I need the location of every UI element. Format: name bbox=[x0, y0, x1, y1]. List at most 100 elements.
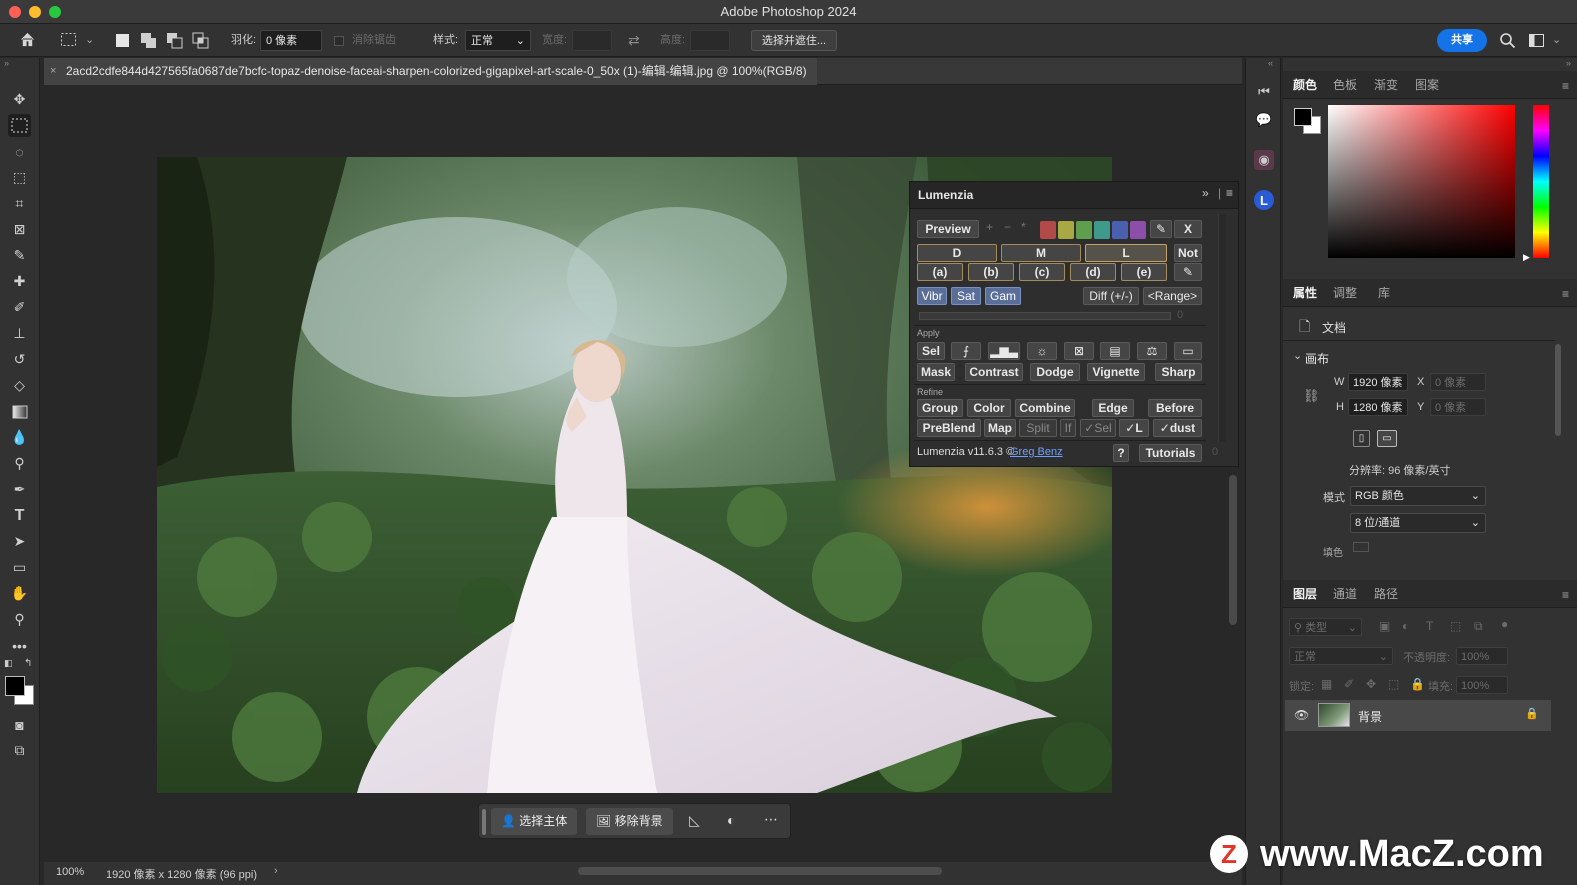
new-selection-icon[interactable] bbox=[114, 32, 131, 49]
remove-background-button[interactable]: 🖼 移除背景 bbox=[586, 808, 673, 835]
clone-stamp-tool-icon[interactable]: ⊥ bbox=[8, 322, 31, 345]
tab-paths[interactable]: 路径 bbox=[1374, 580, 1398, 608]
eraser-tool-icon[interactable]: ◇ bbox=[8, 374, 31, 397]
preview-button[interactable]: Preview bbox=[917, 220, 979, 238]
group-button[interactable]: Group bbox=[917, 399, 963, 417]
dodge-button[interactable]: Dodge bbox=[1030, 363, 1080, 381]
search-icon[interactable] bbox=[1499, 32, 1516, 49]
minus-icon[interactable]: − bbox=[1004, 220, 1011, 234]
gamut-button[interactable]: Gam bbox=[985, 287, 1021, 305]
lumenzia-scrollbar[interactable] bbox=[1218, 214, 1226, 442]
plus-icon[interactable]: + bbox=[986, 220, 993, 234]
canvas-height-input[interactable]: 1280 像素 bbox=[1348, 398, 1408, 416]
split-button[interactable]: Split bbox=[1019, 419, 1057, 437]
quick-mask-icon[interactable]: ◙ bbox=[8, 713, 31, 736]
combine-button[interactable]: Combine bbox=[1015, 399, 1075, 417]
share-button[interactable]: 共享 bbox=[1437, 29, 1487, 52]
zoom-level[interactable]: 100% bbox=[56, 866, 84, 878]
asterisk-icon[interactable]: * bbox=[1021, 220, 1026, 234]
tab-libraries[interactable]: 库 bbox=[1378, 279, 1390, 307]
color-swatch-magenta[interactable] bbox=[1130, 221, 1146, 239]
swap-dimensions-icon[interactable]: ⇄ bbox=[628, 30, 640, 51]
tab-channels[interactable]: 通道 bbox=[1333, 580, 1357, 608]
style-select[interactable]: 正常 ⌄ bbox=[465, 30, 531, 51]
tab-patterns[interactable]: 图案 bbox=[1415, 71, 1439, 99]
blur-tool-icon[interactable]: 💧 bbox=[8, 426, 31, 449]
zoom-window-button[interactable] bbox=[49, 6, 61, 18]
horizontal-scrollbar[interactable] bbox=[578, 867, 942, 875]
diff-button[interactable]: Diff (+/-) bbox=[1083, 287, 1139, 305]
if-button[interactable]: If bbox=[1060, 419, 1076, 437]
tutorials-button[interactable]: Tutorials bbox=[1139, 444, 1202, 462]
path-select-tool-icon[interactable]: ➤ bbox=[8, 530, 31, 553]
visibility-eye-icon[interactable]: 👁 bbox=[1294, 708, 1309, 722]
zoom-tool-icon[interactable]: ⚲ bbox=[8, 608, 31, 631]
portrait-orientation-icon[interactable]: ▯ bbox=[1353, 430, 1370, 447]
range-slider[interactable] bbox=[919, 312, 1171, 320]
dodge-tool-icon[interactable]: ⚲ bbox=[8, 452, 31, 475]
level-d-button[interactable]: (d) bbox=[1070, 263, 1116, 281]
panel-menu-icon[interactable]: ≡ bbox=[1562, 588, 1569, 602]
contrast-button[interactable]: Contrast bbox=[965, 363, 1023, 381]
map-button[interactable]: Map bbox=[984, 419, 1016, 437]
sel-button[interactable]: Sel bbox=[917, 342, 945, 360]
brush-tool-icon[interactable]: ✐ bbox=[8, 296, 31, 319]
height-input[interactable] bbox=[690, 30, 730, 51]
level-e-button[interactable]: (e) bbox=[1121, 263, 1167, 281]
color-swatch-blue[interactable] bbox=[1112, 221, 1128, 239]
chevron-right-icon[interactable]: › bbox=[274, 865, 278, 877]
chevron-down-icon[interactable]: ⌄ bbox=[1552, 30, 1561, 51]
subtract-selection-icon[interactable] bbox=[166, 32, 183, 49]
color-mode-select[interactable]: RGB 颜色 ⌄ bbox=[1350, 486, 1486, 506]
drag-handle[interactable] bbox=[482, 809, 486, 835]
transform-icon[interactable]: ◺ bbox=[689, 812, 700, 829]
canvas-width-input[interactable]: 1920 像素 bbox=[1348, 373, 1408, 391]
tab-properties[interactable]: 属性 bbox=[1293, 279, 1317, 307]
more-tools-icon[interactable]: ••• bbox=[8, 634, 31, 657]
canvas-x-input[interactable]: 0 像素 bbox=[1430, 373, 1486, 391]
feather-input[interactable]: 0 像素 bbox=[260, 30, 322, 51]
workspace-icon[interactable] bbox=[1528, 32, 1545, 49]
exposure-icon[interactable]: ⊠ bbox=[1064, 342, 1094, 360]
level-b-button[interactable]: (b) bbox=[968, 263, 1014, 281]
sharp-button[interactable]: Sharp bbox=[1155, 363, 1202, 381]
select-subject-button[interactable]: 👤 选择主体 bbox=[491, 808, 578, 835]
panel-menu-icon[interactable]: ≡ bbox=[1562, 79, 1569, 93]
swap-colors-icon[interactable]: ↰ bbox=[24, 658, 32, 669]
range-button[interactable]: <Range> bbox=[1143, 287, 1202, 305]
vertical-scrollbar[interactable] bbox=[1229, 475, 1237, 625]
lock-all-icon[interactable]: 🔒 bbox=[1410, 677, 1425, 691]
mask-button[interactable]: Mask bbox=[917, 363, 955, 381]
object-select-tool-icon[interactable]: ⬚ bbox=[8, 166, 31, 189]
default-colors-icon[interactable]: ◧ bbox=[4, 658, 13, 669]
foreground-color-swatch[interactable] bbox=[5, 676, 25, 696]
marquee-tool-icon[interactable] bbox=[8, 114, 31, 137]
blend-mode-select[interactable]: 正常 ⌄ bbox=[1289, 647, 1393, 665]
levels-icon[interactable]: ▂▆▃ bbox=[988, 342, 1020, 360]
lock-transparent-icon[interactable]: ▦ bbox=[1321, 677, 1332, 691]
expand-icon[interactable]: » bbox=[1566, 58, 1571, 68]
level-a-button[interactable]: (a) bbox=[917, 263, 963, 281]
collapse-icon[interactable]: « bbox=[1268, 58, 1273, 68]
saturation-button[interactable]: Sat bbox=[951, 287, 981, 305]
rectangle-tool-icon[interactable]: ▭ bbox=[8, 556, 31, 579]
color-balance-icon[interactable]: ⚖ bbox=[1137, 342, 1167, 360]
fill-color-swatch[interactable] bbox=[1353, 542, 1369, 552]
eyedropper-icon[interactable]: ✎ bbox=[1150, 220, 1172, 238]
panel-menu-icon[interactable]: ≡ bbox=[1562, 287, 1569, 301]
not-button[interactable]: Not bbox=[1174, 244, 1202, 262]
pen-tool-icon[interactable]: ✒ bbox=[8, 478, 31, 501]
tab-adjustments[interactable]: 调整 bbox=[1333, 279, 1357, 307]
tab-gradients[interactable]: 渐变 bbox=[1374, 71, 1398, 99]
lumenzia-panel-icon[interactable]: L bbox=[1254, 190, 1274, 210]
eyedropper-tool-icon[interactable]: ✎ bbox=[8, 244, 31, 267]
lumenzia-close-button[interactable]: X bbox=[1174, 220, 1202, 238]
zone-d-button[interactable]: D bbox=[917, 244, 997, 262]
lock-artboard-icon[interactable]: ⬚ bbox=[1388, 677, 1399, 691]
document-tab[interactable]: × 2acd2cdfe844d427565fa0687de7bcfc-topaz… bbox=[44, 58, 817, 85]
zone-m-button[interactable]: M bbox=[1001, 244, 1081, 262]
check-dust-button[interactable]: ✓dust bbox=[1153, 419, 1202, 437]
brightness-icon[interactable]: ☼ bbox=[1027, 342, 1057, 360]
history-panel-icon[interactable]: ⏮ bbox=[1254, 82, 1274, 102]
expand-toolbar-icon[interactable]: » bbox=[4, 58, 9, 68]
